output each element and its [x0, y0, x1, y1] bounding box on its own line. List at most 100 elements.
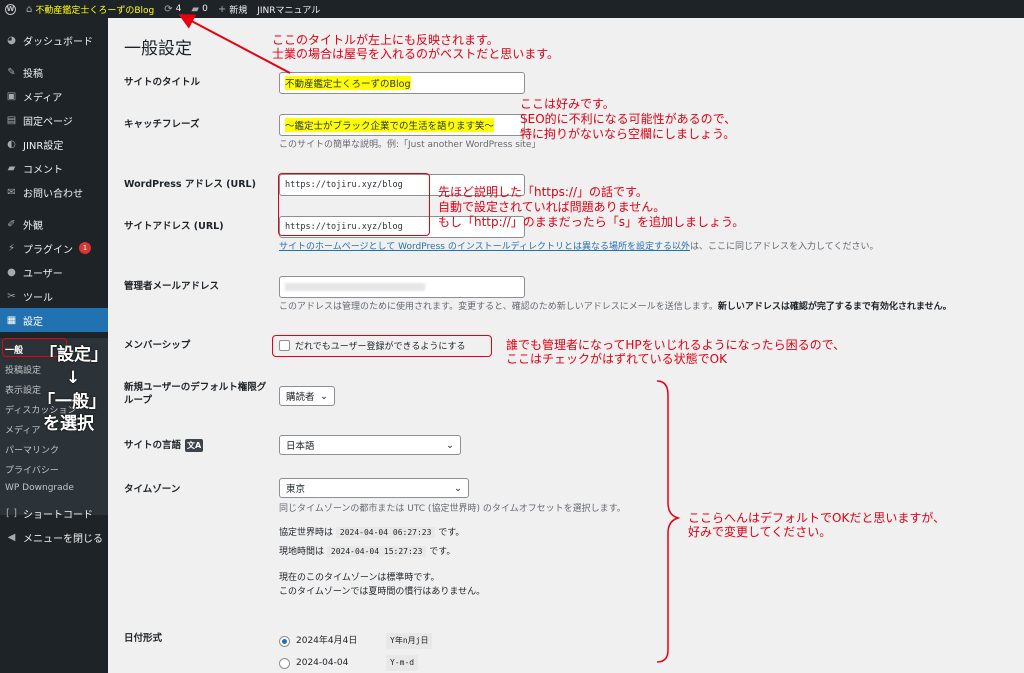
plus-icon: + [217, 3, 227, 15]
sidebar-item-label: コメント [23, 164, 63, 176]
sidebar-item-label: 投稿 [23, 68, 43, 80]
sidebar-item-label: 固定ページ [23, 116, 73, 128]
utc-time-suffix: です。 [438, 528, 465, 538]
submenu-media[interactable]: メディア [5, 423, 40, 436]
sidebar-item-label: メニューを閉じる [23, 533, 103, 545]
admin-email-input[interactable] [279, 276, 525, 298]
timezone-note-2: このタイムゾーンでは夏時間の慣行はありません。 [279, 587, 486, 597]
admin-email-desc-text: このアドレスは管理のために使用されます。変更すると、確認のため新しいアドレスにメ… [279, 302, 718, 312]
annotation-menu-settings: 「設定」 [40, 345, 108, 365]
chevron-down-icon: ⌄ [454, 482, 462, 494]
admin-email-desc-bold: 新しいアドレスは確認が完了するまで有効化されません。 [717, 302, 952, 312]
comments-link[interactable]: ▰ 0 [186, 0, 212, 18]
annotation-tagline-note-1: ここは好みです。 [520, 97, 615, 111]
default-role-value: 購読者 [286, 392, 315, 403]
sidebar-item-label: ショートコード [23, 509, 93, 521]
default-role-label: 新規ユーザーのデフォルト権限グループ [124, 382, 267, 406]
site-language-select[interactable]: 日本語 ⌄ [279, 435, 461, 455]
wp-logo-menu[interactable]: W [0, 0, 21, 18]
home-icon: ⌂ [26, 3, 33, 15]
date-format-radio-2[interactable] [279, 657, 290, 669]
annotation-default-note-1: ここらへんはデフォルトでOKだと思いますが、 [688, 511, 946, 525]
tagline-label: キャッチフレーズ [124, 119, 200, 130]
sidebar-item-pages[interactable]: ▤ 固定ページ [0, 108, 108, 132]
sidebar-item-shortcode[interactable]: [ ] ショートコード [0, 501, 108, 525]
shortcode-icon: [ ] [6, 507, 17, 519]
annotation-tagline-note-2: SEO的に不利になる可能性があるので、 [520, 112, 737, 126]
date-format-option-2[interactable]: 2024-04-04 Y-m-d [279, 655, 419, 671]
site-address-help-link[interactable]: サイトのホームページとして WordPress のインストールディレクトリとは異… [279, 242, 690, 252]
annotation-tagline-note-3: 特に拘りがないなら空欄にしましょう。 [520, 127, 736, 141]
translate-icon: 文A [185, 439, 204, 452]
utc-time-label: 協定世界時は [279, 528, 334, 538]
sidebar-item-settings[interactable]: ▦ 設定 [0, 308, 108, 332]
updates-count: 4 [175, 4, 182, 14]
timezone-select[interactable]: 東京 ⌄ [279, 478, 469, 498]
new-content-link[interactable]: + 新規 [213, 0, 252, 18]
sidebar-item-plugins[interactable]: ⚡ プラグイン 1 [0, 236, 108, 260]
jinr-manual-label: JINRマニュアル [257, 5, 321, 16]
site-name-link[interactable]: ⌂ 不動産鑑定士くろーずのBlog [21, 0, 159, 18]
brush-icon: ✐ [7, 218, 16, 230]
default-role-select[interactable]: 購読者 ⌄ [279, 386, 335, 406]
site-title-value: 不動産鑑定士くろーずのBlog [285, 76, 411, 90]
annotation-url-note-3: もし「http://」のままだったら「s」を追加しましょう。 [438, 215, 745, 229]
refresh-icon: ⟳ [164, 3, 173, 15]
sidebar-item-contact[interactable]: ✉ お問い合わせ [0, 180, 108, 204]
sidebar-item-tools[interactable]: ✂ ツール [0, 284, 108, 308]
submenu-permalink[interactable]: パーマリンク [5, 443, 59, 456]
sidebar-item-appearance[interactable]: ✐ 外観 [0, 212, 108, 236]
sidebar-item-label: ツール [23, 292, 53, 304]
sidebar-item-users[interactable]: ● ユーザー [0, 260, 108, 284]
annotation-menu-select: を選択 [43, 414, 94, 434]
local-time-value: 2024-04-04 15:27:23 [326, 546, 427, 557]
media-icon: ▣ [6, 90, 17, 102]
admin-email-blurred [285, 283, 425, 291]
sidebar-item-label: ダッシュボード [23, 36, 93, 48]
site-title-input[interactable]: 不動産鑑定士くろーずのBlog [279, 72, 525, 94]
sidebar-item-label: お問い合わせ [23, 188, 83, 200]
site-language-value: 日本語 [286, 441, 315, 452]
tagline-input[interactable]: 〜鑑定士がブラック企業での生活を語ります笑〜 [279, 114, 525, 136]
local-time-suffix: です。 [429, 547, 456, 557]
submenu-privacy[interactable]: プライバシー [5, 463, 59, 476]
membership-label: メンバーシップ [124, 340, 191, 351]
date-format-radio-1[interactable] [279, 635, 290, 647]
tagline-description: このサイトの簡単な説明。例:「Just another WordPress si… [279, 140, 541, 150]
updates-link[interactable]: ⟳ 4 [159, 0, 186, 18]
date-format-option-1-code: Y年n月j日 [386, 633, 433, 649]
timezone-value: 東京 [286, 484, 306, 495]
annotation-title-note-2: 士業の場合は屋号を入れるのがベストだと思います。 [272, 47, 560, 61]
submenu-writing[interactable]: 投稿設定 [5, 363, 41, 376]
date-format-option-2-code: Y-m-d [386, 655, 419, 671]
annotation-box-membership [272, 335, 492, 357]
collapse-menu-button[interactable]: ◀ メニューを閉じる [0, 525, 108, 549]
site-address-label: サイトアドレス (URL) [124, 221, 224, 232]
admin-email-label: 管理者メールアドレス [124, 281, 220, 292]
utc-time-value: 2024-04-04 06:27:23 [335, 527, 436, 538]
admin-email-description: このアドレスは管理のために使用されます。変更すると、確認のため新しいアドレスにメ… [279, 301, 952, 314]
jinr-manual-link[interactable]: JINRマニュアル [252, 0, 325, 18]
submenu-wp-downgrade[interactable]: WP Downgrade [5, 483, 74, 493]
pin-icon: ✎ [7, 66, 16, 78]
sidebar-item-comments[interactable]: ▰ コメント [0, 156, 108, 180]
settings-icon: ▦ [6, 314, 17, 326]
sidebar-item-label: 設定 [23, 316, 43, 328]
sidebar-item-posts[interactable]: ✎ 投稿 [0, 60, 108, 84]
date-format-label: 日付形式 [124, 633, 163, 644]
annotation-url-note-1: 先ほど説明した「https://」の話です。 [438, 185, 648, 199]
site-address-description: サイトのホームページとして WordPress のインストールディレクトリとは異… [279, 241, 878, 254]
sidebar-item-media[interactable]: ▣ メディア [0, 84, 108, 108]
site-title-label: サイトのタイトル [124, 77, 201, 88]
submenu-reading[interactable]: 表示設定 [5, 383, 41, 396]
timezone-description: 同じタイムゾーンの都市または UTC (協定世界時) のタイムオフセットを選択し… [279, 504, 626, 514]
sidebar-item-label: ユーザー [23, 268, 63, 280]
site-language-label-row: サイトの言語 文A [124, 439, 204, 452]
sidebar-item-label: JINR設定 [23, 140, 64, 152]
comments-count: 0 [202, 4, 208, 14]
sidebar-item-jinr[interactable]: ◐ JINR設定 [0, 132, 108, 156]
sidebar-item-dashboard[interactable]: ◕ ダッシュボード [0, 28, 108, 52]
annotation-box-urls [278, 173, 430, 236]
date-format-option-1[interactable]: 2024年4月4日 Y年n月j日 [279, 633, 433, 649]
chevron-down-icon: ⌄ [446, 439, 454, 451]
